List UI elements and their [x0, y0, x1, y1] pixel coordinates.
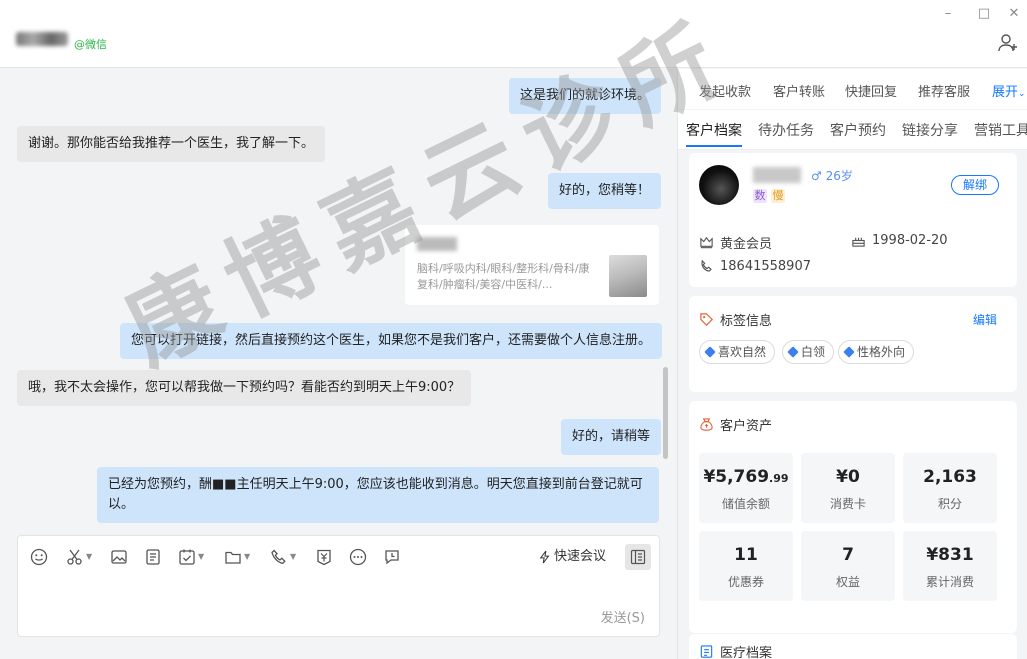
message-bubble-out: 这是我们的就诊环境。	[509, 78, 662, 114]
tag-icon	[704, 346, 716, 358]
medical-section-header: 医疗档案	[699, 642, 772, 659]
birthday-row: 1998-02-20	[851, 233, 948, 248]
cake-icon	[852, 237, 865, 247]
tag-chip[interactable]: 白领	[782, 340, 835, 364]
action-expand[interactable]: 展开⌄	[992, 81, 1026, 100]
message-bubble-out: 已经为您预约，酬■■主任明天上午9:00，您应该也能收到消息。明天您直接到前台登…	[97, 467, 659, 523]
gender-age: ♂ 26岁	[811, 169, 853, 183]
payment-icon[interactable]	[315, 546, 333, 568]
image-icon[interactable]	[110, 546, 128, 568]
asset-total-spend[interactable]: ¥831 累计消费	[903, 531, 997, 601]
lightning-icon	[539, 550, 550, 564]
phone-value: 18641558907	[720, 259, 811, 274]
link-card-title-blurred	[417, 237, 457, 251]
membership-row: 黄金会员	[699, 233, 772, 252]
profile-card: ♂ 26岁 数 慢 解绑 黄金会员 1998-02-20 18641558907	[689, 153, 1017, 287]
scissors-icon[interactable]: ▼	[66, 546, 92, 568]
tag-chip[interactable]: 喜欢自然	[699, 340, 776, 364]
schedule-icon[interactable]	[383, 546, 401, 568]
asset-consumption-card[interactable]: ¥0 消费卡	[801, 453, 895, 523]
message-bubble-out: 您可以打开链接，然后直接预约这个医生，如果您不是我们客户，还需要做个人信息注册。	[120, 323, 663, 359]
active-tab-indicator	[686, 145, 742, 147]
tab-bar: 客户档案 待办任务 客户预约 链接分享 营销工具	[678, 110, 1027, 150]
edit-tags-link[interactable]: 编辑	[973, 311, 997, 328]
action-bar: 发起收款 客户转账 快捷回复 推荐客服 展开⌄	[678, 69, 1027, 109]
chevron-down-icon: ⌄	[1018, 89, 1026, 99]
phone-icon[interactable]: ▼	[270, 546, 296, 568]
tab-todo-tasks[interactable]: 待办任务	[758, 120, 814, 140]
medical-record-icon	[700, 645, 713, 658]
membership-level: 黄金会员	[720, 237, 773, 252]
document-icon[interactable]	[144, 546, 162, 568]
asset-stored-balance[interactable]: ¥5,769.99 储值余额	[699, 453, 793, 523]
crown-icon	[700, 236, 713, 249]
quick-meeting-label: 快速会议	[554, 549, 607, 564]
badge-chronic: 慢	[771, 189, 785, 203]
tab-customer-profile[interactable]: 客户档案	[686, 120, 742, 140]
add-contact-icon[interactable]	[997, 33, 1019, 53]
phone-row: 18641558907	[699, 259, 811, 274]
minimize-button[interactable]: –	[937, 4, 959, 24]
doctor-thumbnail	[609, 255, 647, 297]
emoji-icon[interactable]	[30, 546, 48, 568]
tab-marketing-tools[interactable]: 营销工具	[974, 120, 1027, 140]
contact-source-label: @微信	[74, 38, 107, 51]
message-composer[interactable]: ▼ ▼ ▼ ▼ 快速会议 发送(S)	[17, 535, 660, 637]
folder-icon[interactable]: ▼	[224, 546, 250, 568]
action-quick-reply[interactable]: 快捷回复	[845, 81, 897, 100]
phone-icon	[701, 259, 712, 272]
customer-side-panel: 发起收款 客户转账 快捷回复 推荐客服 展开⌄ 客户档案 待办任务 客户预约 链…	[677, 69, 1027, 659]
customer-name-blurred	[753, 167, 801, 183]
tag-chip[interactable]: 性格外向	[838, 340, 915, 364]
tag-icon	[787, 346, 799, 358]
side-panel-icon	[630, 549, 646, 565]
tags-card: 标签信息 编辑 喜欢自然 白领 性格外向	[689, 296, 1017, 392]
chat-history[interactable]: 这是我们的就诊环境。 谢谢。那你能否给我推荐一个医生，我了解一下。 好的，您稍等…	[0, 69, 676, 527]
quick-meeting-button[interactable]: 快速会议	[539, 546, 606, 568]
tags-section-header: 标签信息	[699, 310, 772, 329]
money-bag-icon	[700, 418, 713, 431]
avatar[interactable]	[699, 165, 739, 205]
assets-section-header: 客户资产	[699, 415, 772, 434]
tag-icon	[843, 346, 855, 358]
chat-scrollbar[interactable]	[663, 367, 668, 459]
panel-toggle-button[interactable]	[625, 544, 651, 570]
message-bubble-out: 好的，请稍等	[561, 419, 662, 455]
maximize-button[interactable]: □	[973, 4, 995, 24]
task-icon[interactable]: ▼	[178, 546, 204, 568]
action-recommend-agent[interactable]: 推荐客服	[918, 81, 970, 100]
message-bubble-in: 谢谢。那你能否给我推荐一个医生，我了解一下。	[17, 126, 326, 162]
tab-link-share[interactable]: 链接分享	[902, 120, 958, 140]
tag-icon	[700, 313, 713, 326]
asset-coupons[interactable]: 11 优惠券	[699, 531, 793, 601]
unbind-button[interactable]: 解绑	[951, 175, 999, 195]
close-button[interactable]: ✕	[1003, 4, 1025, 24]
action-collect-payment[interactable]: 发起收款	[699, 81, 751, 100]
message-bubble-out: 好的，您稍等！	[548, 173, 662, 209]
contact-name-blurred	[16, 32, 68, 46]
more-icon[interactable]	[349, 546, 367, 568]
message-bubble-in: 哦，我不太会操作，您可以帮我做一下预约吗？看能否约到明天上午9:00？	[17, 370, 472, 406]
medical-records-card: 医疗档案	[689, 634, 1017, 659]
assets-card: 客户资产 ¥5,769.99 储值余额 ¥0 消费卡 2,163 积分 11 优惠券 7…	[689, 401, 1017, 633]
title-bar: @微信 – □ ✕	[0, 0, 1027, 68]
asset-points[interactable]: 2,163 积分	[903, 453, 997, 523]
send-button[interactable]: 发送(S)	[601, 607, 645, 626]
birthday-value: 1998-02-20	[872, 233, 948, 248]
tab-appointments[interactable]: 客户预约	[830, 120, 886, 140]
asset-benefits[interactable]: 7 权益	[801, 531, 895, 601]
action-customer-transfer[interactable]: 客户转账	[773, 81, 825, 100]
badge-data: 数	[753, 189, 767, 203]
link-card-description: 脑科/呼吸内科/眼科/整形科/骨科/康复科/肿瘤科/美容/中医科/...	[417, 262, 590, 291]
link-share-card[interactable]: 脑科/呼吸内科/眼科/整形科/骨科/康复科/肿瘤科/美容/中医科/...	[405, 225, 659, 305]
